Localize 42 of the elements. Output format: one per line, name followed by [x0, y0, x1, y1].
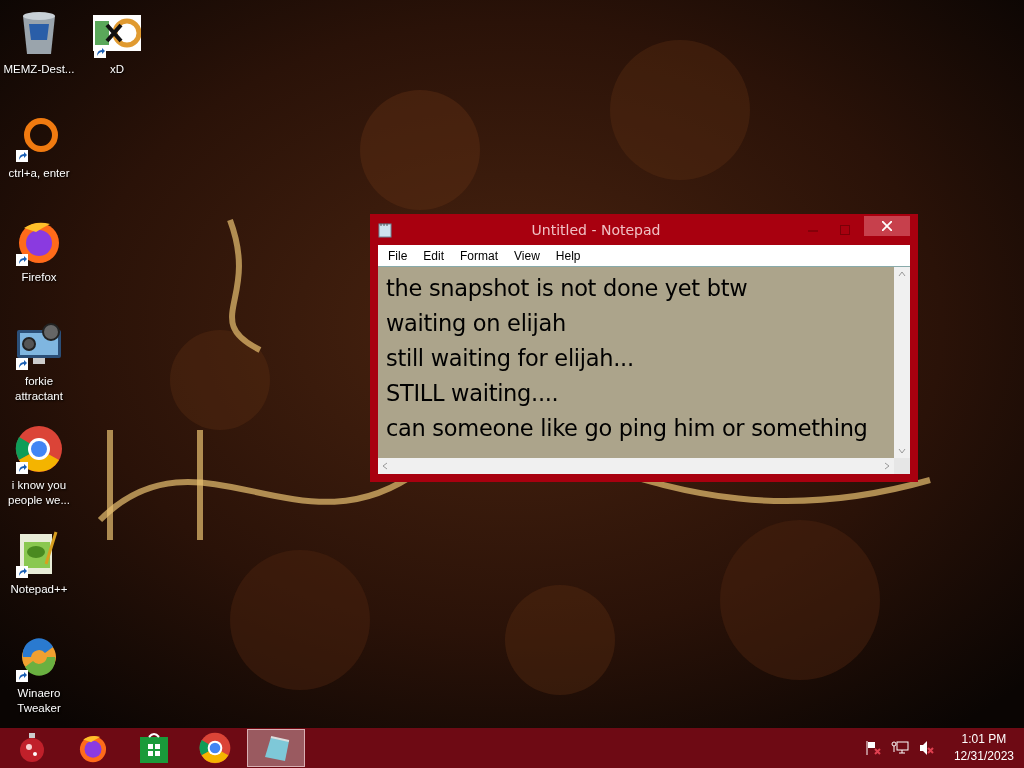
desktop-icon-label[interactable]: i know you people we...: [1, 478, 77, 508]
text-line: STILL waiting....: [386, 379, 560, 408]
desktop-icon-label[interactable]: Firefox: [1, 270, 77, 285]
text-area[interactable]: the snapshot is not done yet btw waiting on elijah still waiting for elijah... STILL waiting.... can someone like go ping him or something: [378, 267, 894, 458]
desktop-icon-label[interactable]: forkie attractant: [1, 374, 77, 404]
text-line: waiting on elijah: [386, 309, 567, 338]
text-line: the snapshot is not done yet btw: [386, 274, 749, 303]
menu-item[interactable]: View: [506, 248, 548, 263]
clock-time[interactable]: 1:01 PM: [961, 731, 1007, 748]
chrome-icon: [199, 732, 231, 764]
muted-speaker-icon[interactable]: [918, 740, 935, 756]
window-title: Untitled - Notepad: [530, 221, 662, 238]
shortcut-arrow-icon: [94, 46, 106, 58]
maximize-icon: [840, 224, 850, 235]
desktop-icon-label[interactable]: Winaero Tweaker: [1, 686, 77, 716]
store-icon: [140, 733, 168, 763]
menu-item[interactable]: Format: [452, 248, 507, 263]
chrome-icon[interactable]: [15, 425, 63, 473]
shortcut-arrow-icon: [16, 150, 28, 162]
menu-item[interactable]: Edit: [415, 248, 453, 263]
network-icon[interactable]: [890, 740, 909, 756]
close-icon: [882, 220, 892, 231]
close-button[interactable]: [864, 215, 910, 236]
clock-date[interactable]: 12/31/2023: [953, 748, 1014, 765]
menu-item[interactable]: Help: [547, 248, 589, 263]
resize-grip[interactable]: [894, 458, 910, 474]
text-line: still waiting for elijah...: [386, 344, 635, 373]
flag-icon[interactable]: [864, 740, 881, 756]
shortcut-arrow-icon: [16, 358, 28, 370]
desktop-icon-label[interactable]: xD: [79, 62, 155, 77]
firefox-icon: [78, 733, 108, 763]
desktop-icon-label[interactable]: Notepad++: [1, 582, 77, 597]
notepad-icon: [378, 221, 392, 238]
shortcut-arrow-icon: [16, 462, 28, 474]
desktop-icon-label[interactable]: ctrl+a, enter: [1, 166, 77, 181]
menu-item[interactable]: File: [380, 248, 416, 263]
shortcut-arrow-icon: [16, 670, 28, 682]
ornament-icon: [19, 733, 45, 763]
shortcut-arrow-icon: [16, 254, 28, 266]
desktop-icon-label[interactable]: MEMZ-Dest...: [1, 62, 77, 77]
text-line: can someone like go ping him or something: [386, 414, 869, 443]
shortcut-arrow-icon: [16, 566, 28, 578]
